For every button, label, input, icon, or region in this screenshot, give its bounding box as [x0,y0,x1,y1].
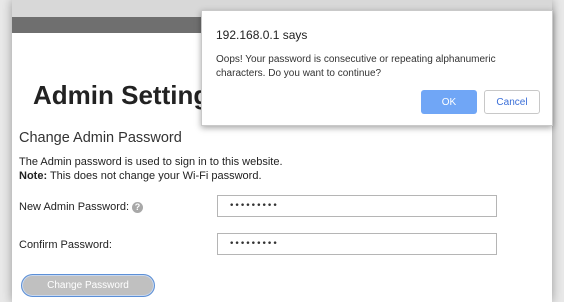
alert-dialog: 192.168.0.1 says Oops! Your password is … [201,10,553,126]
confirm-password-label: Confirm Password: [19,239,112,251]
confirm-password-input[interactable] [217,233,497,255]
ok-button[interactable]: OK [421,90,477,114]
note-label: Note: [19,170,48,182]
note-text: This does not change your Wi-Fi password… [47,170,262,182]
page-title: Admin Settings [33,80,224,110]
description-text: The Admin password is used to sign in to… [19,156,283,168]
dialog-message: Oops! Your password is consecutive or re… [216,54,496,79]
section-title: Change Admin Password [19,130,182,146]
help-icon[interactable]: ? [132,201,144,213]
change-password-button[interactable]: Change Password [21,274,155,297]
new-password-input[interactable] [217,195,497,217]
new-password-label-text: New Admin Password: [19,201,130,213]
new-password-label: New Admin Password:? [19,201,144,213]
cancel-button[interactable]: Cancel [484,90,540,114]
dialog-title: 192.168.0.1 says [216,28,308,42]
note-line: Note: This does not change your Wi-Fi pa… [19,170,262,182]
